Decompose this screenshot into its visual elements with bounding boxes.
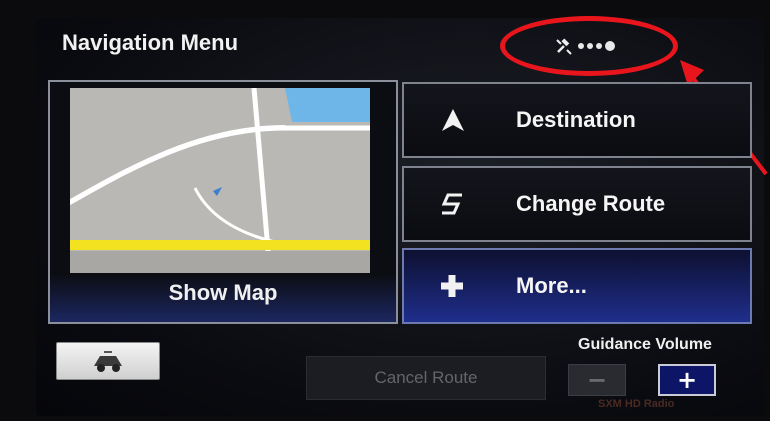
vehicle-button[interactable] [56,342,160,380]
radio-logos: SXM HD Radio [598,398,675,410]
map-preview-graphic [70,88,370,273]
vehicle-icon [94,351,122,372]
destination-button[interactable]: Destination [402,82,752,158]
navigation-arrow-icon [440,84,466,156]
map-preview [70,88,370,273]
destination-label: Destination [516,107,636,132]
plus-icon [440,250,464,322]
change-route-label: Change Route [516,191,666,216]
more-button[interactable]: More... [402,248,752,324]
volume-down-button[interactable]: − [568,364,626,396]
route-s-icon [440,168,466,240]
guidance-volume-label: Guidance Volume [578,336,712,353]
show-map-label: Show Map [168,280,278,305]
cancel-route-button[interactable]: Cancel Route [306,356,546,400]
more-label: More... [516,273,587,298]
volume-up-button[interactable]: + [658,364,716,396]
change-route-button[interactable]: Change Route [402,166,752,242]
annotation-circle [500,16,678,76]
page-title: Navigation Menu [62,30,239,55]
